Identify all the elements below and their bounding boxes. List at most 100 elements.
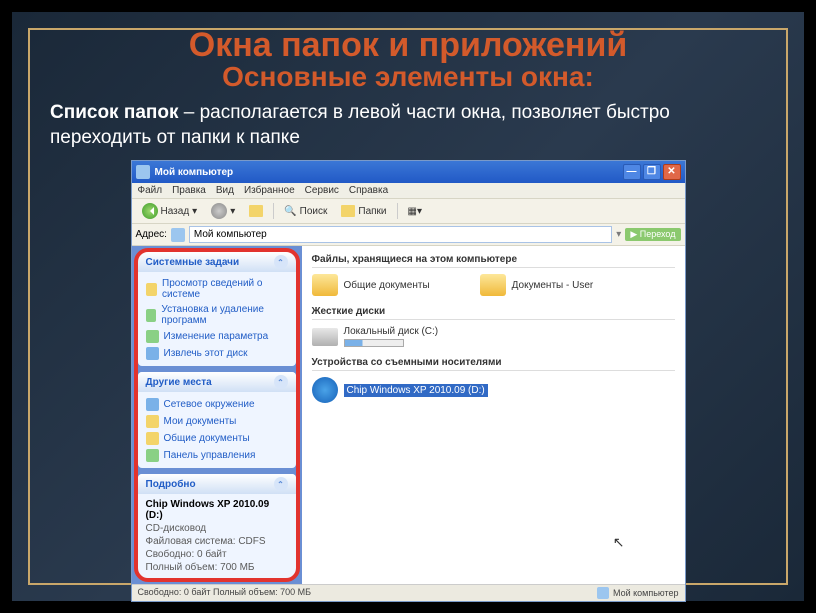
- task-item[interactable]: Установка и удаление программ: [146, 302, 288, 328]
- folder-icon: [480, 274, 506, 296]
- status-left: Свободно: 0 байт Полный объем: 700 МБ: [138, 587, 312, 599]
- forward-icon: [211, 203, 227, 219]
- cd-icon: [312, 377, 338, 403]
- folders-button[interactable]: Папки: [337, 204, 390, 218]
- search-button[interactable]: 🔍 Поиск: [280, 205, 331, 218]
- task-label: Изменение параметра: [164, 331, 269, 342]
- cursor-icon: ↖: [613, 534, 625, 551]
- details-header[interactable]: Подробно ⌃: [138, 474, 296, 494]
- slide-description: Список папок – располагается в левой час…: [20, 101, 796, 160]
- titlebar[interactable]: Мой компьютер — ❐ ✕: [132, 161, 685, 183]
- task-label: Просмотр сведений о системе: [162, 278, 287, 300]
- go-button[interactable]: ▶ Переход: [625, 228, 680, 241]
- minimize-button[interactable]: —: [623, 164, 641, 180]
- place-label: Мои документы: [164, 416, 237, 427]
- section-hdd-header: Жесткие диски: [312, 306, 675, 320]
- task-item[interactable]: Изменение параметра: [146, 328, 288, 345]
- back-label: Назад: [161, 206, 190, 217]
- window-title: Мой компьютер: [155, 167, 234, 178]
- section-files-header: Файлы, хранящиеся на этом компьютере: [312, 254, 675, 268]
- control-icon: [146, 449, 159, 462]
- eject-icon: [146, 347, 159, 360]
- window-icon: [136, 165, 150, 179]
- info-icon: [146, 283, 158, 296]
- mydocs-icon: [146, 415, 159, 428]
- place-item[interactable]: Панель управления: [146, 447, 288, 464]
- tasks-header[interactable]: Системные задачи ⌃: [138, 252, 296, 272]
- shareddocs-icon: [146, 432, 159, 445]
- task-label: Установка и удаление программ: [161, 304, 287, 326]
- folder-item[interactable]: Общие документы: [312, 274, 430, 296]
- status-bar: Свободно: 0 байт Полный объем: 700 МБ Мо…: [132, 584, 685, 601]
- place-label: Панель управления: [164, 450, 256, 461]
- chevron-icon: ⌃: [274, 255, 288, 269]
- menu-help[interactable]: Справка: [349, 185, 388, 196]
- views-button[interactable]: ▦▾: [404, 205, 426, 218]
- desc-term: Список папок: [50, 102, 178, 123]
- go-label: Переход: [640, 229, 676, 239]
- place-label: Сетевое окружение: [164, 399, 255, 410]
- places-title: Другие места: [146, 377, 212, 388]
- address-dropdown[interactable]: ▾: [616, 229, 621, 240]
- details-total: Полный объем: 700 МБ: [146, 561, 288, 574]
- drive-icon: [312, 328, 338, 346]
- explorer-window: Мой компьютер — ❐ ✕ Файл Правка Вид Избр…: [131, 160, 686, 602]
- space-bar: [344, 339, 404, 347]
- main-content: Файлы, хранящиеся на этом компьютере Общ…: [302, 246, 685, 584]
- folder-label: Документы - User: [512, 280, 594, 291]
- toolbar: Назад ▾ ▾ 🔍 Поиск Папки ▦▾: [132, 199, 685, 224]
- address-input[interactable]: [189, 226, 612, 243]
- cd-item[interactable]: Chip Windows XP 2010.09 (D:): [312, 377, 675, 403]
- chevron-icon: ⌃: [274, 375, 288, 389]
- up-icon: [249, 205, 263, 217]
- folder-label: Общие документы: [344, 280, 430, 291]
- install-icon: [146, 309, 157, 322]
- settings-icon: [146, 330, 159, 343]
- folders-label: Папки: [358, 206, 386, 217]
- up-button[interactable]: [245, 204, 267, 218]
- section-removable-header: Устройства со съемными носителями: [312, 357, 675, 371]
- places-panel: Другие места ⌃ Сетевое окружение Мои доку…: [138, 372, 296, 468]
- cd-label: Chip Windows XP 2010.09 (D:): [344, 384, 488, 397]
- forward-button[interactable]: ▾: [207, 202, 239, 220]
- side-panel: Системные задачи ⌃ Просмотр сведений о си…: [132, 246, 302, 584]
- place-item[interactable]: Мои документы: [146, 413, 288, 430]
- tasks-panel: Системные задачи ⌃ Просмотр сведений о си…: [138, 252, 296, 366]
- maximize-button[interactable]: ❐: [643, 164, 661, 180]
- close-button[interactable]: ✕: [663, 164, 681, 180]
- chevron-icon: ⌃: [274, 477, 288, 491]
- place-item[interactable]: Общие документы: [146, 430, 288, 447]
- details-type: CD-дисковод: [146, 522, 288, 535]
- network-icon: [146, 398, 159, 411]
- details-title: Подробно: [146, 479, 196, 490]
- menu-edit[interactable]: Правка: [172, 185, 206, 196]
- status-right: Мой компьютер: [613, 588, 679, 598]
- place-item[interactable]: Сетевое окружение: [146, 396, 288, 413]
- back-button[interactable]: Назад ▾: [138, 202, 202, 220]
- folder-icon: [312, 274, 338, 296]
- task-item[interactable]: Извлечь этот диск: [146, 345, 288, 362]
- menu-file[interactable]: Файл: [138, 185, 163, 196]
- status-icon: [597, 587, 609, 599]
- menu-tools[interactable]: Сервис: [305, 185, 339, 196]
- folder-item[interactable]: Документы - User: [480, 274, 594, 296]
- address-label: Адрес:: [136, 229, 167, 240]
- search-label: Поиск: [300, 206, 328, 217]
- place-label: Общие документы: [164, 433, 250, 444]
- address-icon: [171, 228, 185, 242]
- places-header[interactable]: Другие места ⌃: [138, 372, 296, 392]
- drive-item[interactable]: Локальный диск (C:): [312, 326, 675, 347]
- separator: [273, 203, 274, 219]
- menu-favorites[interactable]: Избранное: [244, 185, 295, 196]
- slide-title-2: Основные элементы окна:: [20, 61, 796, 93]
- details-panel: Подробно⌃ Chip Windows XP 2010.09 (D:) C…: [138, 474, 296, 578]
- menu-view[interactable]: Вид: [216, 185, 234, 196]
- address-bar: Адрес: ▾ ▶ Переход: [132, 224, 685, 246]
- slide-title-1: Окна папок и приложений: [20, 26, 796, 65]
- task-item[interactable]: Просмотр сведений о системе: [146, 276, 288, 302]
- details-fs: Файловая система: CDFS: [146, 535, 288, 548]
- details-free: Свободно: 0 байт: [146, 548, 288, 561]
- tasks-title: Системные задачи: [146, 257, 240, 268]
- separator: [397, 203, 398, 219]
- drive-label: Локальный диск (C:): [344, 326, 439, 337]
